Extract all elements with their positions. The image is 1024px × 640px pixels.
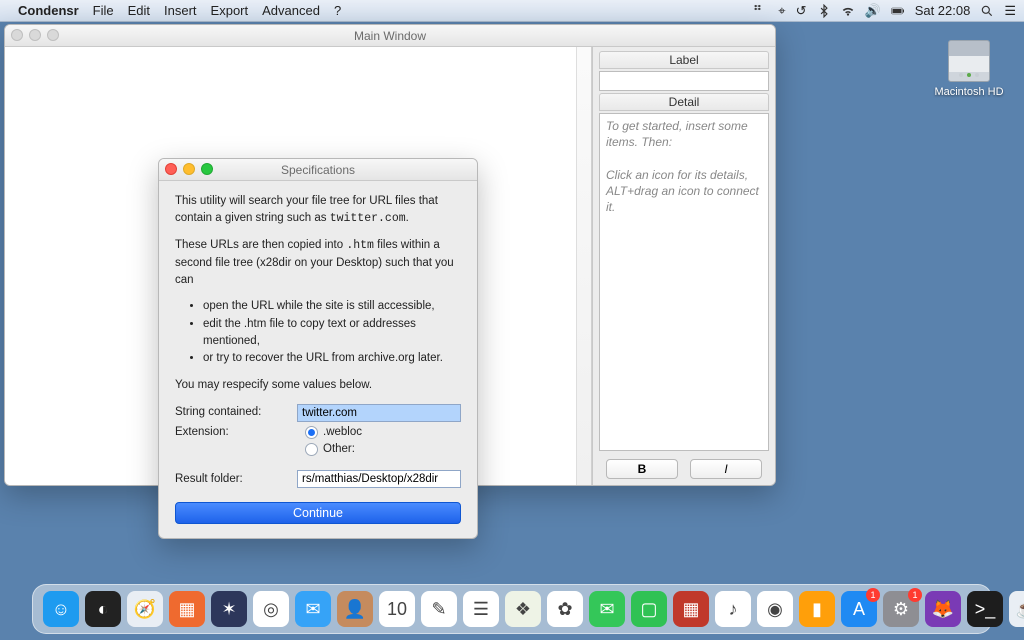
dock-facetime[interactable]: ▢ <box>631 591 667 627</box>
spotlight-icon[interactable] <box>980 4 994 18</box>
dock-calendar[interactable]: 10 <box>379 591 415 627</box>
menu-advanced[interactable]: Advanced <box>262 3 320 18</box>
string-contained-input[interactable] <box>297 404 461 422</box>
timemachine-icon[interactable]: ↺ <box>796 3 807 19</box>
menubar: Condensr File Edit Insert Export Advance… <box>0 0 1024 22</box>
dock-finder[interactable]: ☺ <box>43 591 79 627</box>
detail-header: Detail <box>599 93 769 111</box>
radio-webloc-label: .webloc <box>323 424 362 441</box>
dock-notes[interactable]: ✎ <box>421 591 457 627</box>
desktop-hd-icon[interactable]: Macintosh HD <box>934 40 1004 98</box>
main-window-title: Main Window <box>354 29 426 43</box>
close-button[interactable] <box>11 29 23 41</box>
dialog-p3: You may respecify some values below. <box>175 377 461 394</box>
close-button[interactable] <box>165 163 177 175</box>
dock-reminders[interactable]: ☰ <box>463 591 499 627</box>
minimize-button[interactable] <box>183 163 195 175</box>
bullet-1: open the URL while the site is still acc… <box>203 298 461 315</box>
dock-music[interactable]: ♪ <box>715 591 751 627</box>
label-input[interactable] <box>599 71 769 91</box>
dock-compass[interactable]: ✶ <box>211 591 247 627</box>
dialog-p2: These URLs are then copied into .htm fil… <box>175 237 461 288</box>
app-menu[interactable]: Condensr <box>18 3 79 18</box>
label-extension: Extension: <box>175 424 305 441</box>
dialog-title: Specifications <box>281 163 355 177</box>
dock-contacts[interactable]: 👤 <box>337 591 373 627</box>
bullet-2: edit the .htm file to copy text or addre… <box>203 316 461 349</box>
inspector-panel: Label Detail To get started, insert some… <box>592 47 775 485</box>
dock-siri[interactable]: ◐ <box>85 591 121 627</box>
badge: 1 <box>866 588 880 602</box>
dock-chrome[interactable]: ◎ <box>253 591 289 627</box>
detail-hint-3: ALT+drag an icon to connect it. <box>606 183 762 215</box>
dock-podcasts[interactable]: ◉ <box>757 591 793 627</box>
dock-safari[interactable]: 🧭 <box>127 591 163 627</box>
hd-label: Macintosh HD <box>934 86 1004 98</box>
dock-messages[interactable]: ✉ <box>589 591 625 627</box>
dialog-bullets: open the URL while the site is still acc… <box>175 298 461 367</box>
radio-other[interactable] <box>305 443 318 456</box>
dock: ☺◐🧭▦✶◎✉👤10✎☰❖✿✉▢▦♪◉▮A1⚙1🦊>_☕☕🗑 <box>32 584 992 634</box>
label-header: Label <box>599 51 769 69</box>
result-folder-input[interactable] <box>297 470 461 488</box>
dock-mail[interactable]: ✉ <box>295 591 331 627</box>
bluetooth-icon[interactable] <box>817 4 831 18</box>
main-titlebar[interactable]: Main Window <box>5 25 775 47</box>
radio-other-label: Other: <box>323 441 355 458</box>
menu-insert[interactable]: Insert <box>164 3 197 18</box>
dock-apps[interactable]: ▦ <box>169 591 205 627</box>
minimize-button[interactable] <box>29 29 41 41</box>
dock-photos[interactable]: ✿ <box>547 591 583 627</box>
detail-hint-1: To get started, insert some items. Then: <box>606 118 762 150</box>
control-center-icon[interactable]: ☰ <box>1004 3 1016 19</box>
volume-icon[interactable]: 🔊 <box>865 3 881 19</box>
dock-java[interactable]: ☕ <box>1009 591 1024 627</box>
italic-button[interactable]: I <box>690 459 762 479</box>
label-string-contained: String contained: <box>175 404 297 421</box>
detail-hint-2: Click an icon for its details, <box>606 167 762 183</box>
wifi-icon[interactable] <box>841 4 855 18</box>
label-result-folder: Result folder: <box>175 471 297 488</box>
dock-maps[interactable]: ❖ <box>505 591 541 627</box>
dock-books[interactable]: ▮ <box>799 591 835 627</box>
zoom-button[interactable] <box>47 29 59 41</box>
continue-button[interactable]: Continue <box>175 502 461 524</box>
dock-firefox[interactable]: 🦊 <box>925 591 961 627</box>
detail-textarea[interactable]: To get started, insert some items. Then:… <box>599 113 769 451</box>
bold-button[interactable]: B <box>606 459 678 479</box>
clock[interactable]: Sat 22:08 <box>915 3 971 18</box>
menu-edit[interactable]: Edit <box>128 3 150 18</box>
dock-app1[interactable]: ▦ <box>673 591 709 627</box>
menu-file[interactable]: File <box>93 3 114 18</box>
dock-appstore[interactable]: A1 <box>841 591 877 627</box>
dialog-titlebar[interactable]: Specifications <box>159 159 477 181</box>
hd-icon <box>948 40 990 82</box>
battery-icon[interactable] <box>891 4 905 18</box>
specifications-dialog: Specifications This utility will search … <box>158 158 478 539</box>
zoom-button[interactable] <box>201 163 213 175</box>
badge: 1 <box>908 588 922 602</box>
status-icon[interactable]: ⌖ <box>778 3 785 19</box>
dock-terminal[interactable]: >_ <box>967 591 1003 627</box>
radio-webloc[interactable] <box>305 426 318 439</box>
menu-help[interactable]: ? <box>334 3 341 18</box>
menu-export[interactable]: Export <box>211 3 249 18</box>
dock-prefs[interactable]: ⚙1 <box>883 591 919 627</box>
dialog-p1: This utility will search your file tree … <box>175 193 461 227</box>
dropbox-icon[interactable] <box>754 4 768 18</box>
bullet-3: or try to recover the URL from archive.o… <box>203 350 461 367</box>
